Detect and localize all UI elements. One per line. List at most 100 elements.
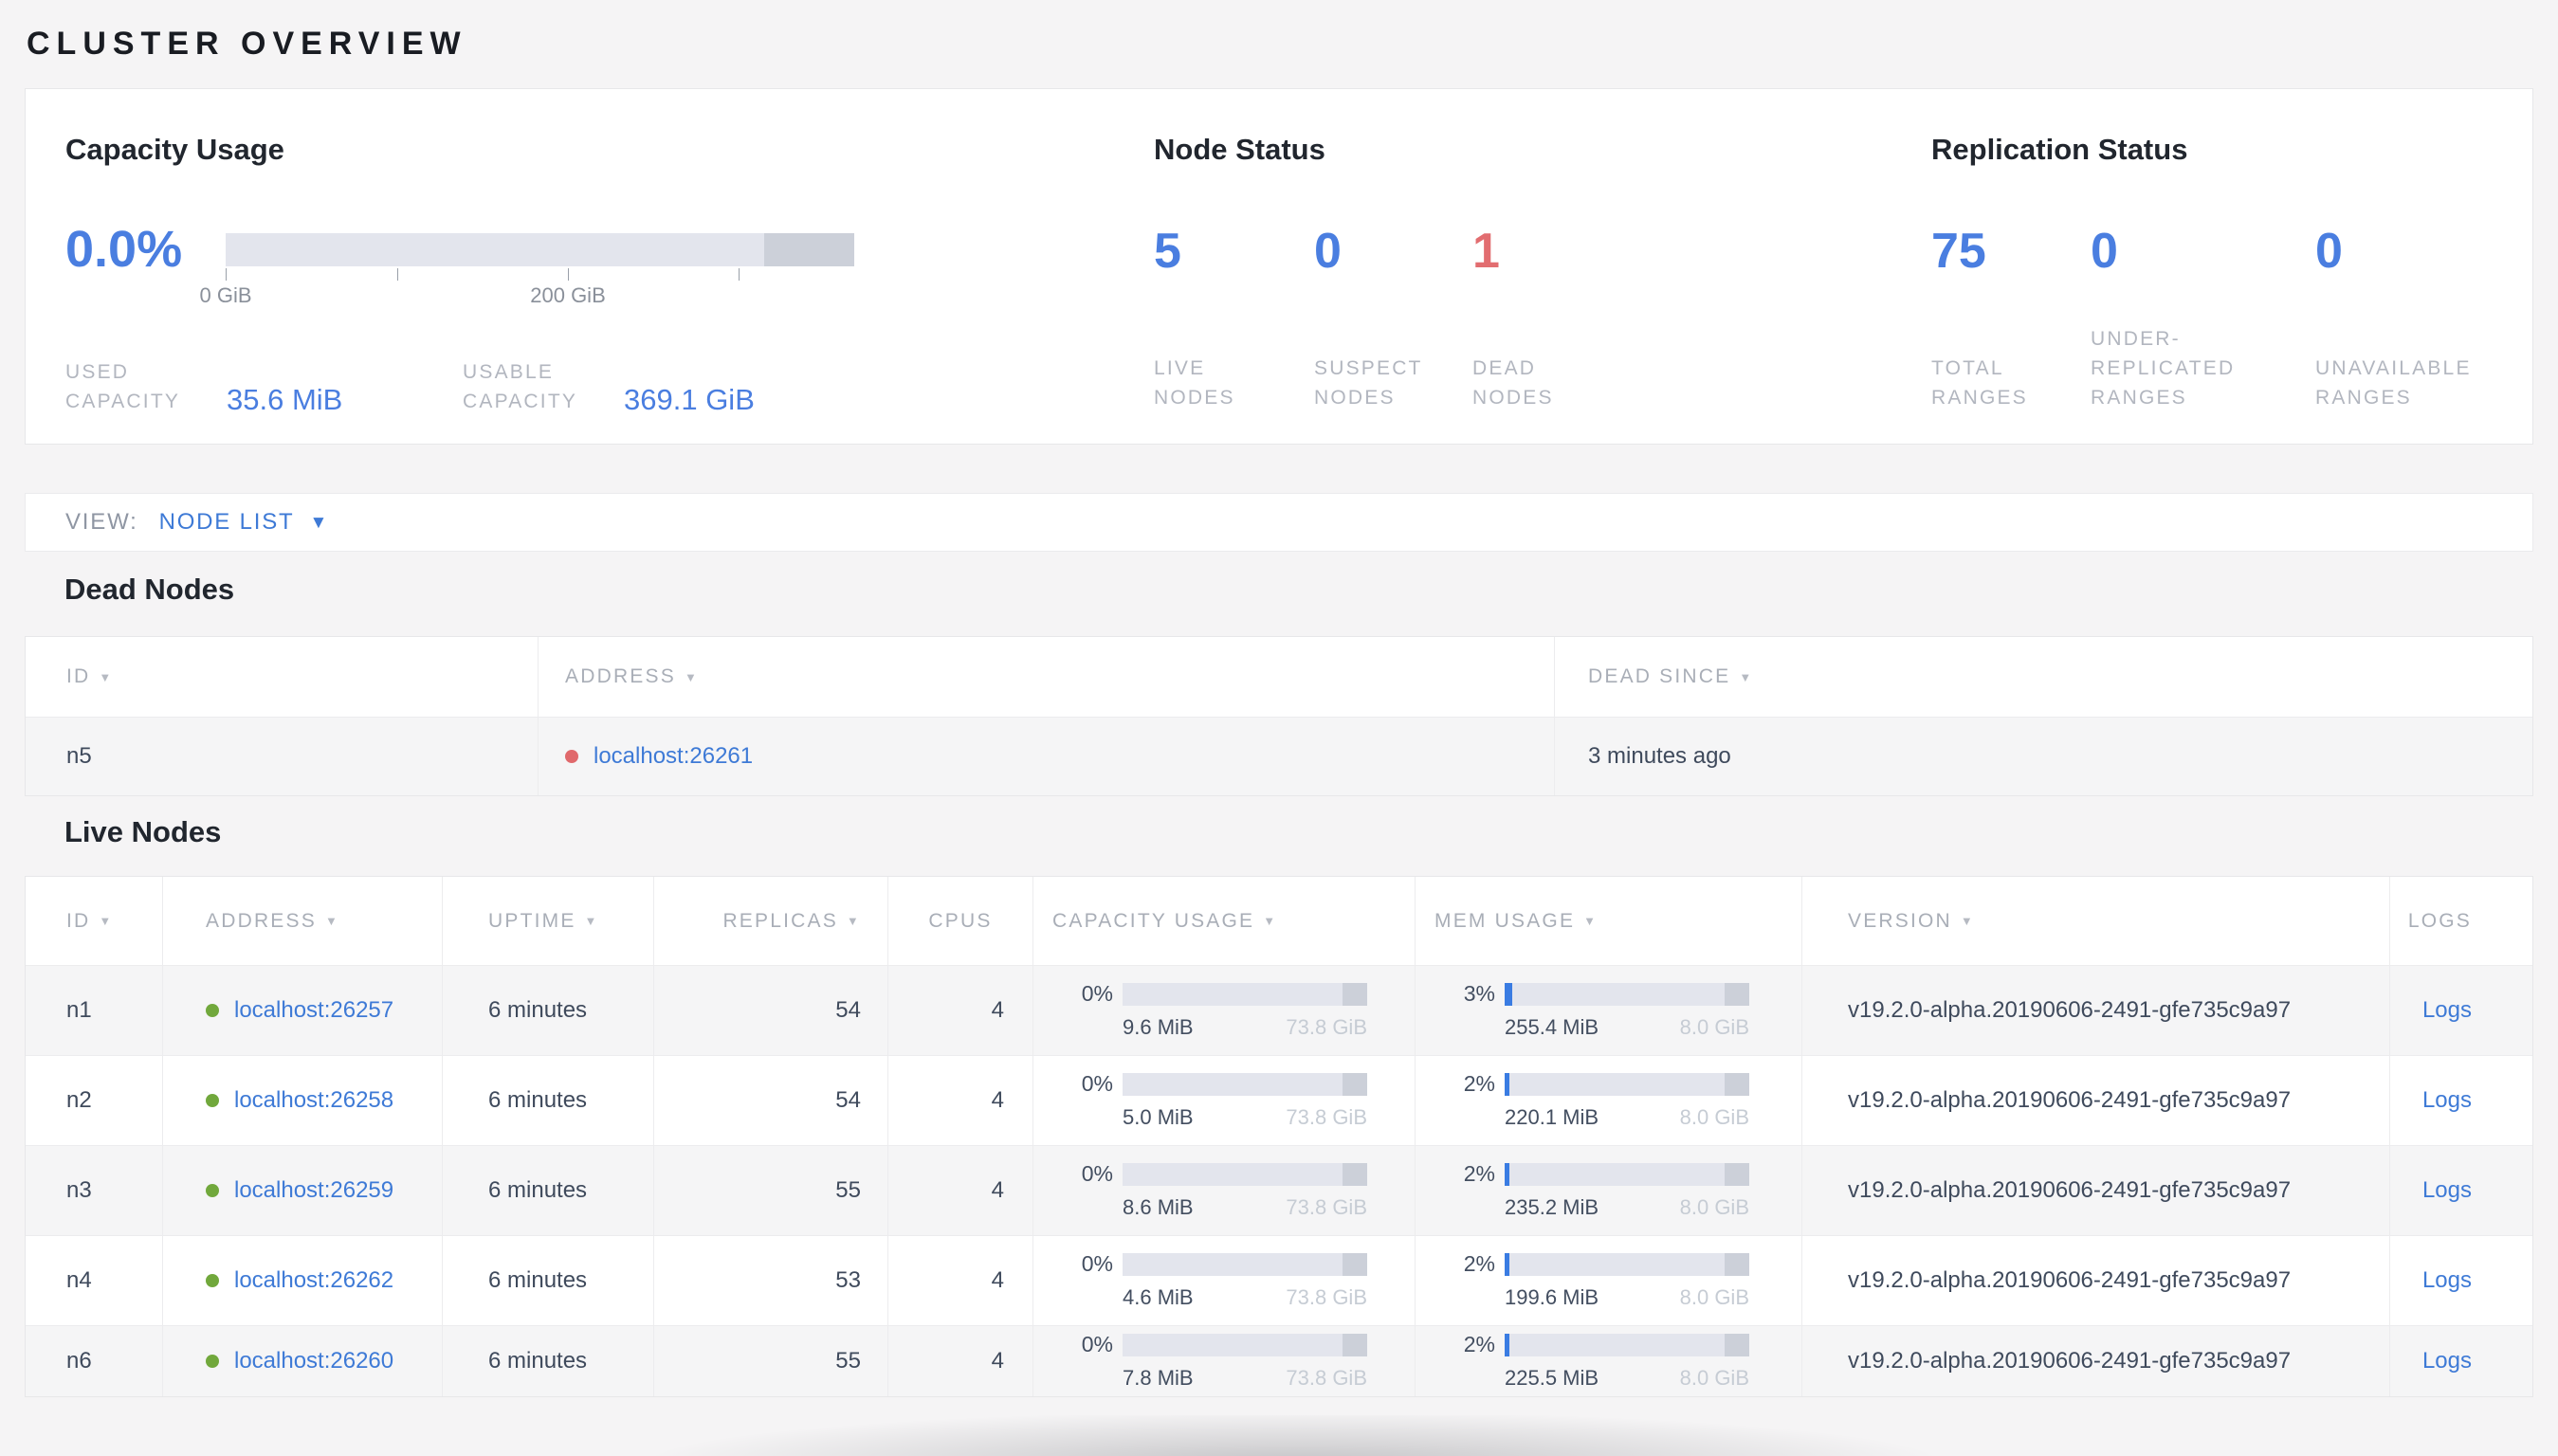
usable-capacity-value: 369.1 GiB xyxy=(624,383,755,416)
node-capacity-usage-cell: 0% 9.6 MiB 73.8 GiB xyxy=(1033,966,1416,1055)
column-header-address[interactable]: ADDRESS ▼ xyxy=(163,877,443,965)
mem-bar-fill xyxy=(1505,1333,1510,1356)
logs-link[interactable]: Logs xyxy=(2422,1087,2472,1114)
node-version: v19.2.0-alpha.20190606-2491-gfe735c9a97 xyxy=(1802,1236,2390,1325)
node-uptime: 6 minutes xyxy=(443,1146,654,1235)
live-node-row: n1 localhost:26257 6 minutes 54 4 0% 9.6… xyxy=(26,965,2532,1055)
node-capacity-usage-cell: 0% 8.6 MiB 73.8 GiB xyxy=(1033,1146,1416,1235)
node-uptime: 6 minutes xyxy=(443,1236,654,1325)
node-cpus: 4 xyxy=(888,1056,1033,1145)
node-logs-cell: Logs xyxy=(2390,1236,2532,1325)
node-address-cell: localhost:26257 xyxy=(163,966,443,1055)
capacity-used-value: 5.0 MiB xyxy=(1123,1105,1194,1129)
sort-desc-icon: ▼ xyxy=(1583,914,1599,928)
mem-percent: 3% xyxy=(1463,981,1495,1006)
dead-status-dot-icon xyxy=(565,750,578,763)
live-node-row: n6 localhost:26260 6 minutes 55 4 0% 7.8… xyxy=(26,1325,2532,1396)
logs-link[interactable]: Logs xyxy=(2422,1177,2472,1204)
logs-link[interactable]: Logs xyxy=(2422,1267,2472,1294)
view-label: VIEW: xyxy=(65,509,138,535)
mem-used-value: 255.4 MiB xyxy=(1505,1015,1599,1039)
mem-percent: 2% xyxy=(1463,1332,1495,1356)
dead-nodes-body: n5 localhost:26261 3 minutes ago xyxy=(26,717,2532,795)
usable-capacity-stat: USABLE CAPACITY 369.1 GiB xyxy=(463,357,755,416)
node-version: v19.2.0-alpha.20190606-2491-gfe735c9a97 xyxy=(1802,1056,2390,1145)
logs-link[interactable]: Logs xyxy=(2422,1348,2472,1374)
node-address-link[interactable]: localhost:26261 xyxy=(594,743,753,770)
sort-desc-icon: ▼ xyxy=(846,914,861,928)
live-nodes-table: ID ▼ ADDRESS ▼ UPTIME ▼ REPLICAS ▼ CPUS … xyxy=(25,876,2533,1397)
view-dropdown[interactable]: NODE LIST ▼ xyxy=(159,509,328,536)
node-address-link[interactable]: localhost:26260 xyxy=(234,1348,393,1374)
node-status-section: Node Status 5 LIVE NODES 0 SUSPECT NODES… xyxy=(1154,89,1931,444)
node-address-link[interactable]: localhost:26257 xyxy=(234,997,393,1024)
mem-bar-fill xyxy=(1505,1252,1510,1276)
capacity-used-value: 7.8 MiB xyxy=(1123,1366,1194,1390)
node-logs-cell: Logs xyxy=(2390,1146,2532,1235)
mem-bar xyxy=(1505,1252,1749,1276)
capacity-usage-title: Capacity Usage xyxy=(65,133,284,166)
capacity-bar-reserved xyxy=(1343,1333,1367,1356)
node-replicas: 55 xyxy=(654,1146,888,1235)
live-nodes-heading: Live Nodes xyxy=(64,815,222,848)
live-status-dot-icon xyxy=(206,1094,219,1107)
sort-desc-icon: ▼ xyxy=(1739,669,1754,684)
column-header-cpus[interactable]: CPUS xyxy=(888,877,1033,965)
mem-bar xyxy=(1505,1072,1749,1096)
column-header-version[interactable]: VERSION ▼ xyxy=(1802,877,2390,965)
live-nodes-body: n1 localhost:26257 6 minutes 54 4 0% 9.6… xyxy=(26,965,2532,1396)
capacity-used-value: 8.6 MiB xyxy=(1123,1195,1194,1219)
live-nodes-header-row: ID ▼ ADDRESS ▼ UPTIME ▼ REPLICAS ▼ CPUS … xyxy=(26,877,2532,965)
total-ranges-stat: 75 TOTAL RANGES xyxy=(1931,225,2091,412)
node-cpus: 4 xyxy=(888,1326,1033,1396)
used-capacity-value: 35.6 MiB xyxy=(227,383,343,416)
capacity-bar-reserved xyxy=(764,233,854,266)
node-uptime: 6 minutes xyxy=(443,1326,654,1396)
node-address-link[interactable]: localhost:26262 xyxy=(234,1267,393,1294)
node-address-cell: localhost:26258 xyxy=(163,1056,443,1145)
mem-percent: 2% xyxy=(1463,1071,1495,1096)
node-id: n5 xyxy=(26,718,539,795)
dead-nodes-table: ID ▼ ADDRESS ▼ DEAD SINCE ▼ n5 localhost… xyxy=(25,636,2533,796)
mem-total-value: 8.0 GiB xyxy=(1679,1105,1749,1129)
node-capacity-usage-cell: 0% 7.8 MiB 73.8 GiB xyxy=(1033,1326,1416,1396)
logs-link[interactable]: Logs xyxy=(2422,997,2472,1024)
node-id: n6 xyxy=(26,1326,163,1396)
chevron-down-icon: ▼ xyxy=(309,512,328,533)
capacity-bar xyxy=(1123,1072,1367,1096)
sort-desc-icon: ▼ xyxy=(1263,914,1278,928)
node-status-title: Node Status xyxy=(1154,133,1325,166)
mem-bar-fill xyxy=(1505,982,1512,1006)
column-header-address[interactable]: ADDRESS ▼ xyxy=(539,637,1555,717)
capacity-percent: 0% xyxy=(1081,1071,1113,1096)
node-version: v19.2.0-alpha.20190606-2491-gfe735c9a97 xyxy=(1802,1146,2390,1235)
mem-bar-reserved xyxy=(1725,982,1749,1006)
dead-nodes-count: 1 xyxy=(1472,224,1500,279)
mem-percent: 2% xyxy=(1463,1251,1495,1276)
mem-bar-fill xyxy=(1505,1162,1510,1186)
sort-desc-icon: ▼ xyxy=(324,914,340,928)
node-version: v19.2.0-alpha.20190606-2491-gfe735c9a97 xyxy=(1802,966,2390,1055)
cluster-overview-page: CLUSTER OVERVIEW Capacity Usage 0.0% 0 G… xyxy=(0,21,2558,1397)
node-address-cell: localhost:26260 xyxy=(163,1326,443,1396)
column-header-capacity-usage[interactable]: CAPACITY USAGE ▼ xyxy=(1033,877,1416,965)
column-header-id[interactable]: ID ▼ xyxy=(26,637,539,717)
mem-total-value: 8.0 GiB xyxy=(1679,1366,1749,1390)
dead-nodes-header-row: ID ▼ ADDRESS ▼ DEAD SINCE ▼ xyxy=(26,637,2532,717)
capacity-percent: 0% xyxy=(1081,1251,1113,1276)
dead-nodes-label: DEAD NODES xyxy=(1472,357,1554,409)
column-header-id[interactable]: ID ▼ xyxy=(26,877,163,965)
sort-desc-icon: ▼ xyxy=(99,914,114,928)
node-address-link[interactable]: localhost:26259 xyxy=(234,1177,393,1204)
mem-bar-fill xyxy=(1505,1072,1510,1096)
column-header-dead-since[interactable]: DEAD SINCE ▼ xyxy=(1555,637,2532,717)
node-address-link[interactable]: localhost:26258 xyxy=(234,1087,393,1114)
sort-desc-icon: ▼ xyxy=(584,914,599,928)
capacity-total-value: 73.8 GiB xyxy=(1286,1015,1367,1039)
column-header-mem-usage[interactable]: MEM USAGE ▼ xyxy=(1416,877,1802,965)
live-node-row: n3 localhost:26259 6 minutes 55 4 0% 8.6… xyxy=(26,1145,2532,1235)
unavailable-ranges-stat: 0 UNAVAILABLE RANGES xyxy=(2315,225,2529,412)
column-header-uptime[interactable]: UPTIME ▼ xyxy=(443,877,654,965)
column-header-replicas[interactable]: REPLICAS ▼ xyxy=(654,877,888,965)
sort-desc-icon: ▼ xyxy=(684,669,700,684)
